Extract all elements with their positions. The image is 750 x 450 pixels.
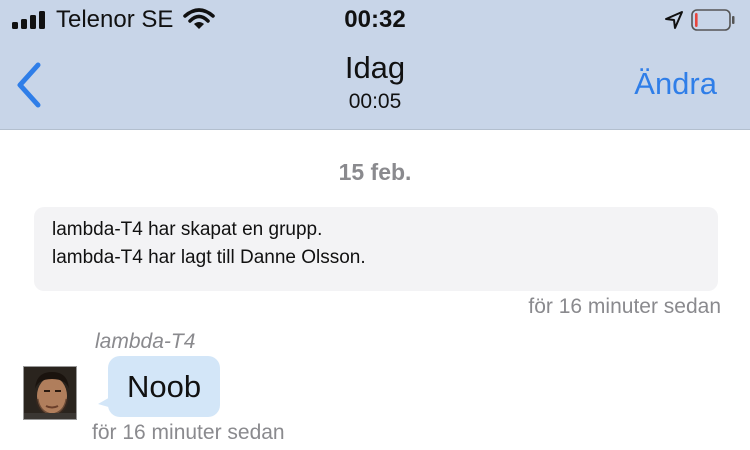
- system-message: lambda-T4 har lagt till Danne Olsson.: [52, 247, 366, 268]
- message-bubble-wrapper[interactable]: Noob: [96, 356, 221, 417]
- status-time: 00:32: [344, 6, 406, 33]
- system-message: lambda-T4 har skapat en grupp.: [52, 219, 323, 240]
- location-arrow-icon: [665, 11, 683, 29]
- user-avatar-icon: [24, 367, 76, 419]
- date-separator: 15 feb.: [338, 159, 412, 185]
- system-message-timestamp: för 16 minuter sedan: [528, 295, 721, 318]
- message-bubble[interactable]: Noob: [108, 356, 221, 417]
- message-timestamp: för 16 minuter sedan: [92, 421, 285, 444]
- sender-name: lambda-T4: [95, 330, 196, 353]
- edit-button[interactable]: Ändra: [634, 66, 717, 102]
- battery-icon: [691, 9, 735, 31]
- avatar[interactable]: [23, 366, 77, 420]
- navigation-header: Telenor SE 00:32 Idag 00:05 Ändra: [0, 0, 750, 130]
- system-message-box: lambda-T4 har skapat en grupp. lambda-T4…: [34, 207, 718, 291]
